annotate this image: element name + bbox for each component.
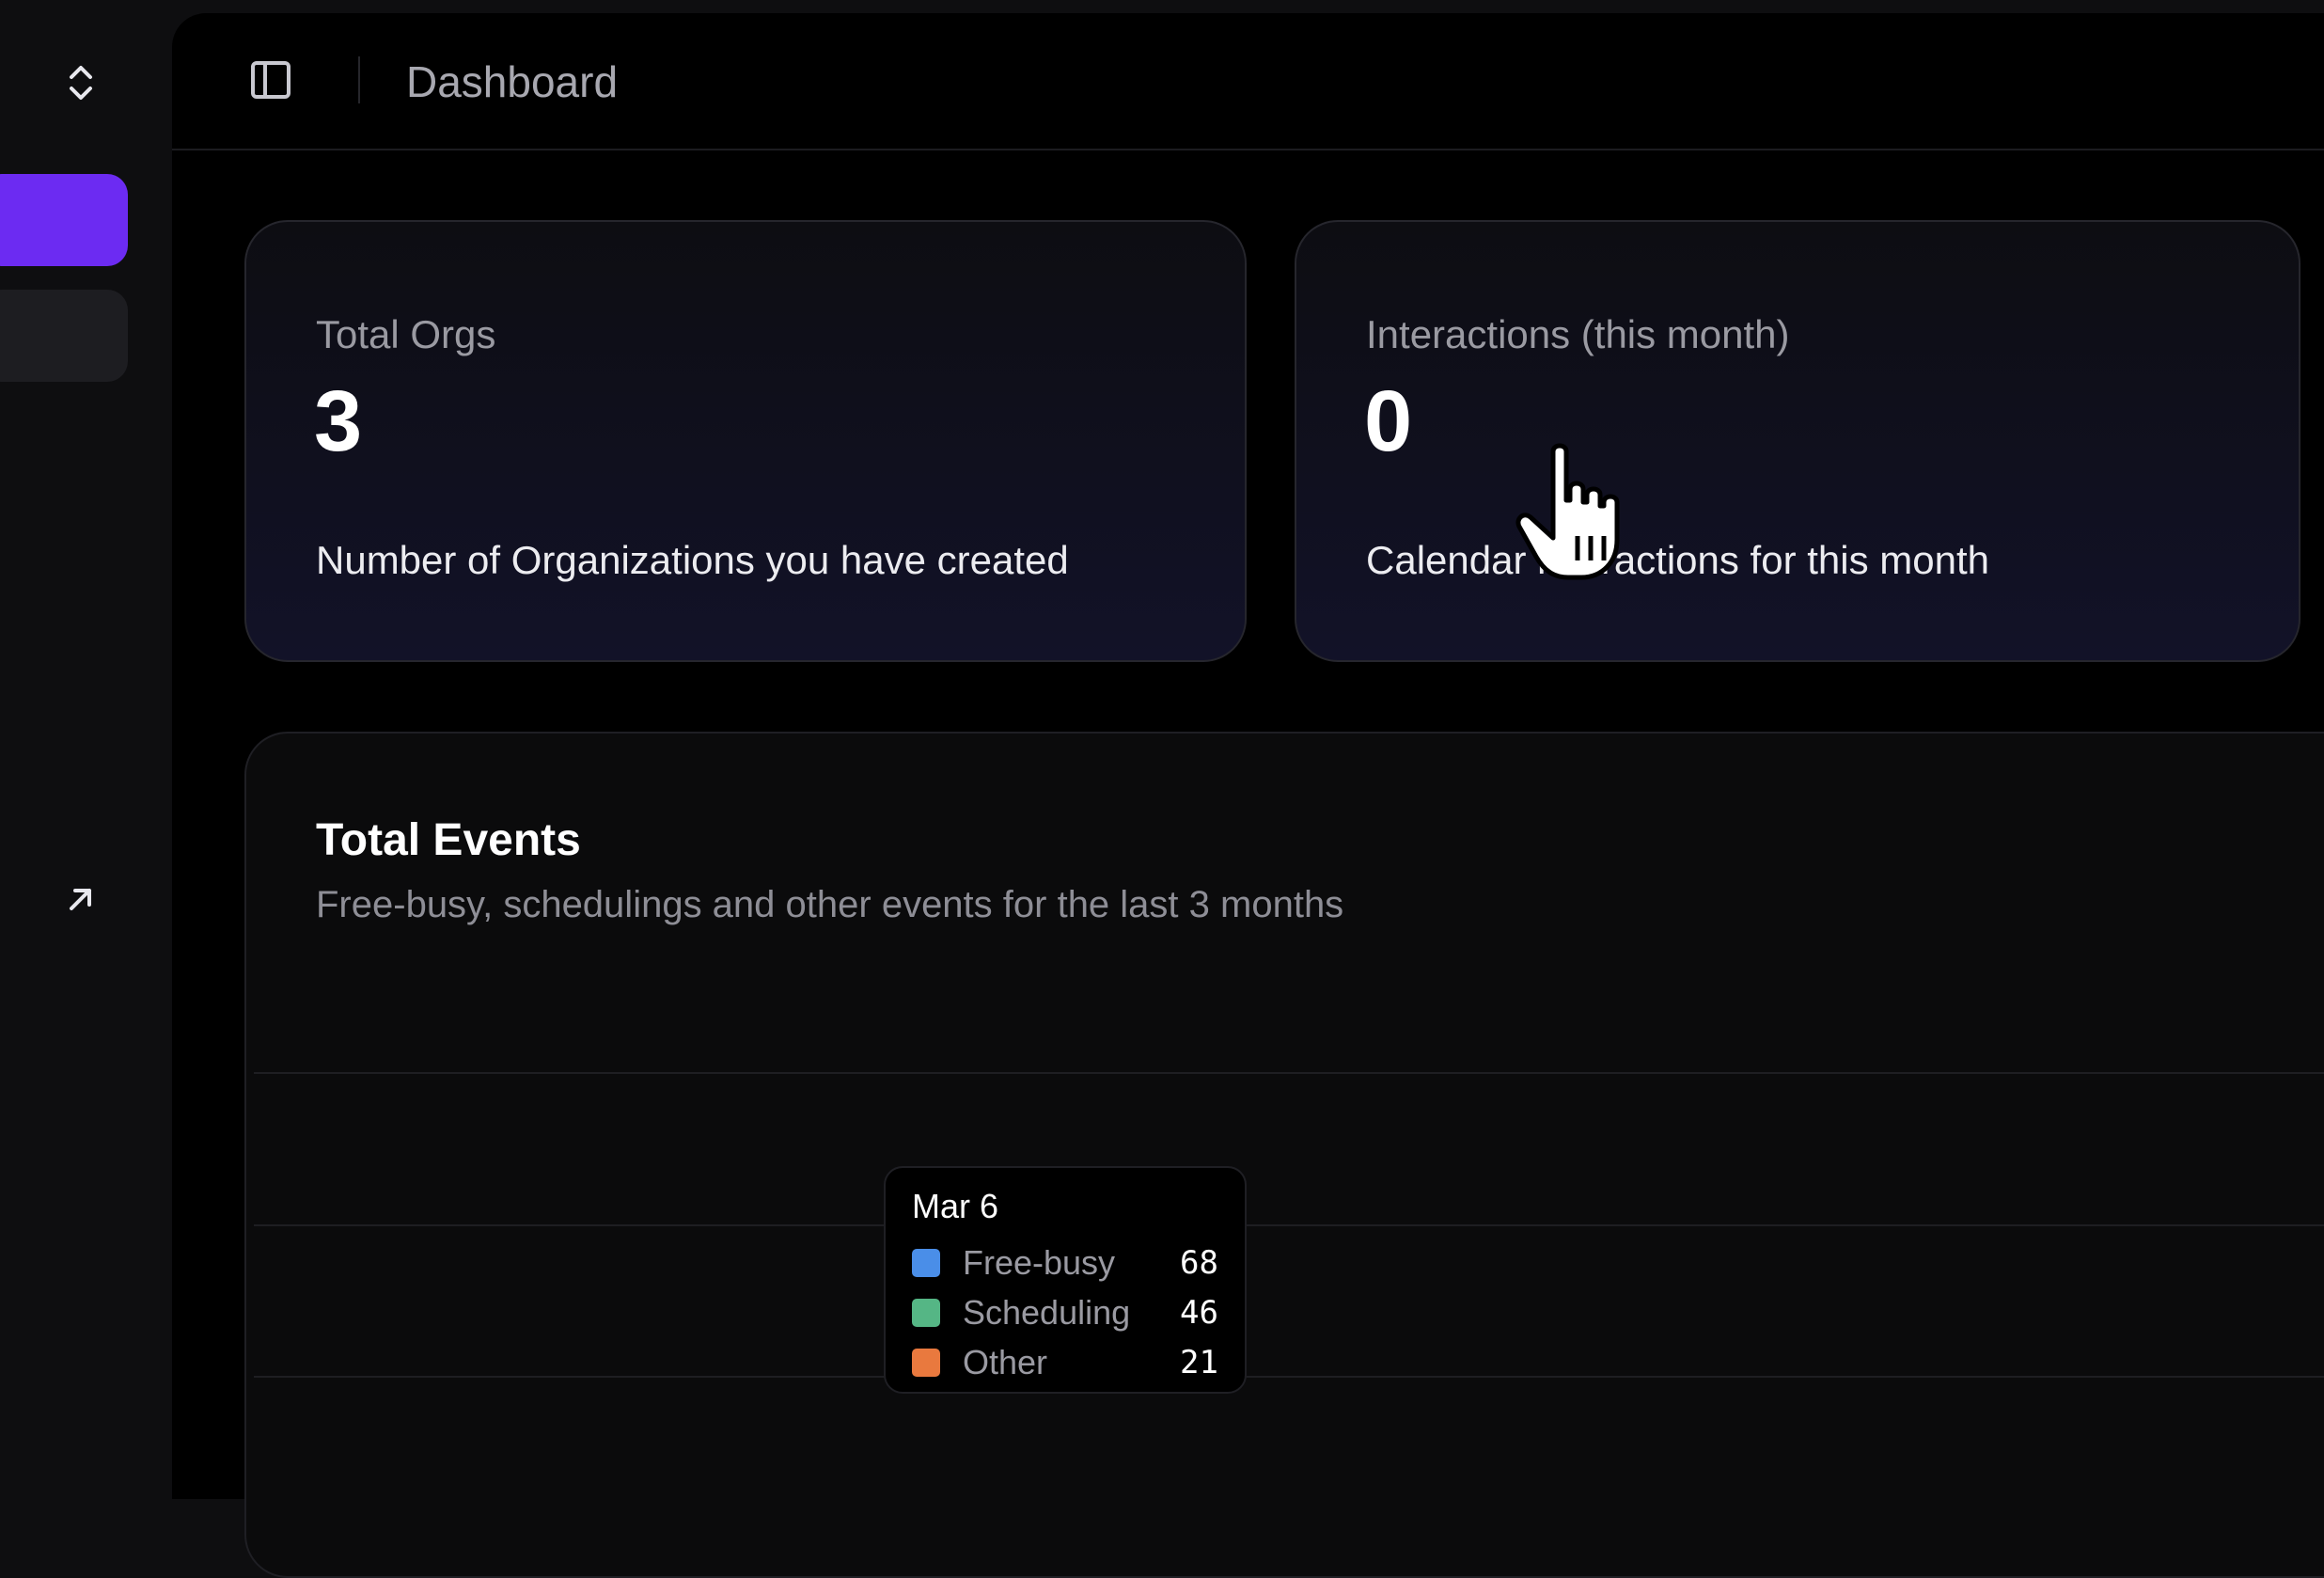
sidebar [0,0,172,1480]
chevron-up-down-icon[interactable] [62,62,100,103]
card-label: Interactions (this month) [1366,312,1790,356]
hand-cursor-icon [1515,442,1638,583]
card-description: Calendar interactions for this month [1366,538,1989,582]
sidebar-toggle-icon[interactable] [247,56,294,103]
chart-gridline [254,1376,2324,1378]
tooltip-date: Mar 6 [912,1187,999,1225]
total-events-card: Total Events Free-busy, schedulings and … [244,732,2324,1578]
scheduling-swatch [912,1298,940,1327]
tooltip-row: Other 21 [912,1337,1218,1387]
events-title: Total Events [316,815,581,865]
tooltip-series-value: 21 [1180,1343,1218,1381]
chart-gridline [254,1072,2324,1074]
sidebar-item-active[interactable] [0,174,128,266]
card-value: 3 [314,373,363,469]
card-label: Total Orgs [316,312,496,356]
interactions-card: Interactions (this month) 0 Calendar int… [1295,220,2300,662]
chart-gridline [254,1224,2324,1226]
events-subtitle: Free-busy, schedulings and other events … [316,884,1344,925]
other-swatch [912,1348,940,1377]
card-value: 0 [1364,373,1413,469]
chart-tooltip: Mar 6 Free-busy 68 Scheduling 46 Other 2… [884,1166,1247,1394]
tooltip-series-value: 68 [1180,1243,1218,1282]
tooltip-series-value: 46 [1180,1293,1218,1332]
tooltip-series-name: Other [963,1342,1048,1381]
tooltip-row: Free-busy 68 [912,1238,1218,1287]
tooltip-series-name: Scheduling [963,1292,1131,1332]
sidebar-item[interactable] [0,290,128,382]
page-title: Dashboard [406,57,619,106]
tooltip-row: Scheduling 46 [912,1287,1218,1337]
top-bar: Dashboard [172,13,2324,150]
external-link-icon[interactable] [62,880,100,918]
header-divider [358,56,360,103]
tooltip-series-name: Free-busy [963,1242,1116,1282]
main-panel: Dashboard Total Orgs 3 Number of Organiz… [172,13,2324,1578]
total-orgs-card: Total Orgs 3 Number of Organizations you… [244,220,1247,662]
card-description: Number of Organizations you have created [316,538,1069,582]
free-busy-swatch [912,1248,940,1277]
